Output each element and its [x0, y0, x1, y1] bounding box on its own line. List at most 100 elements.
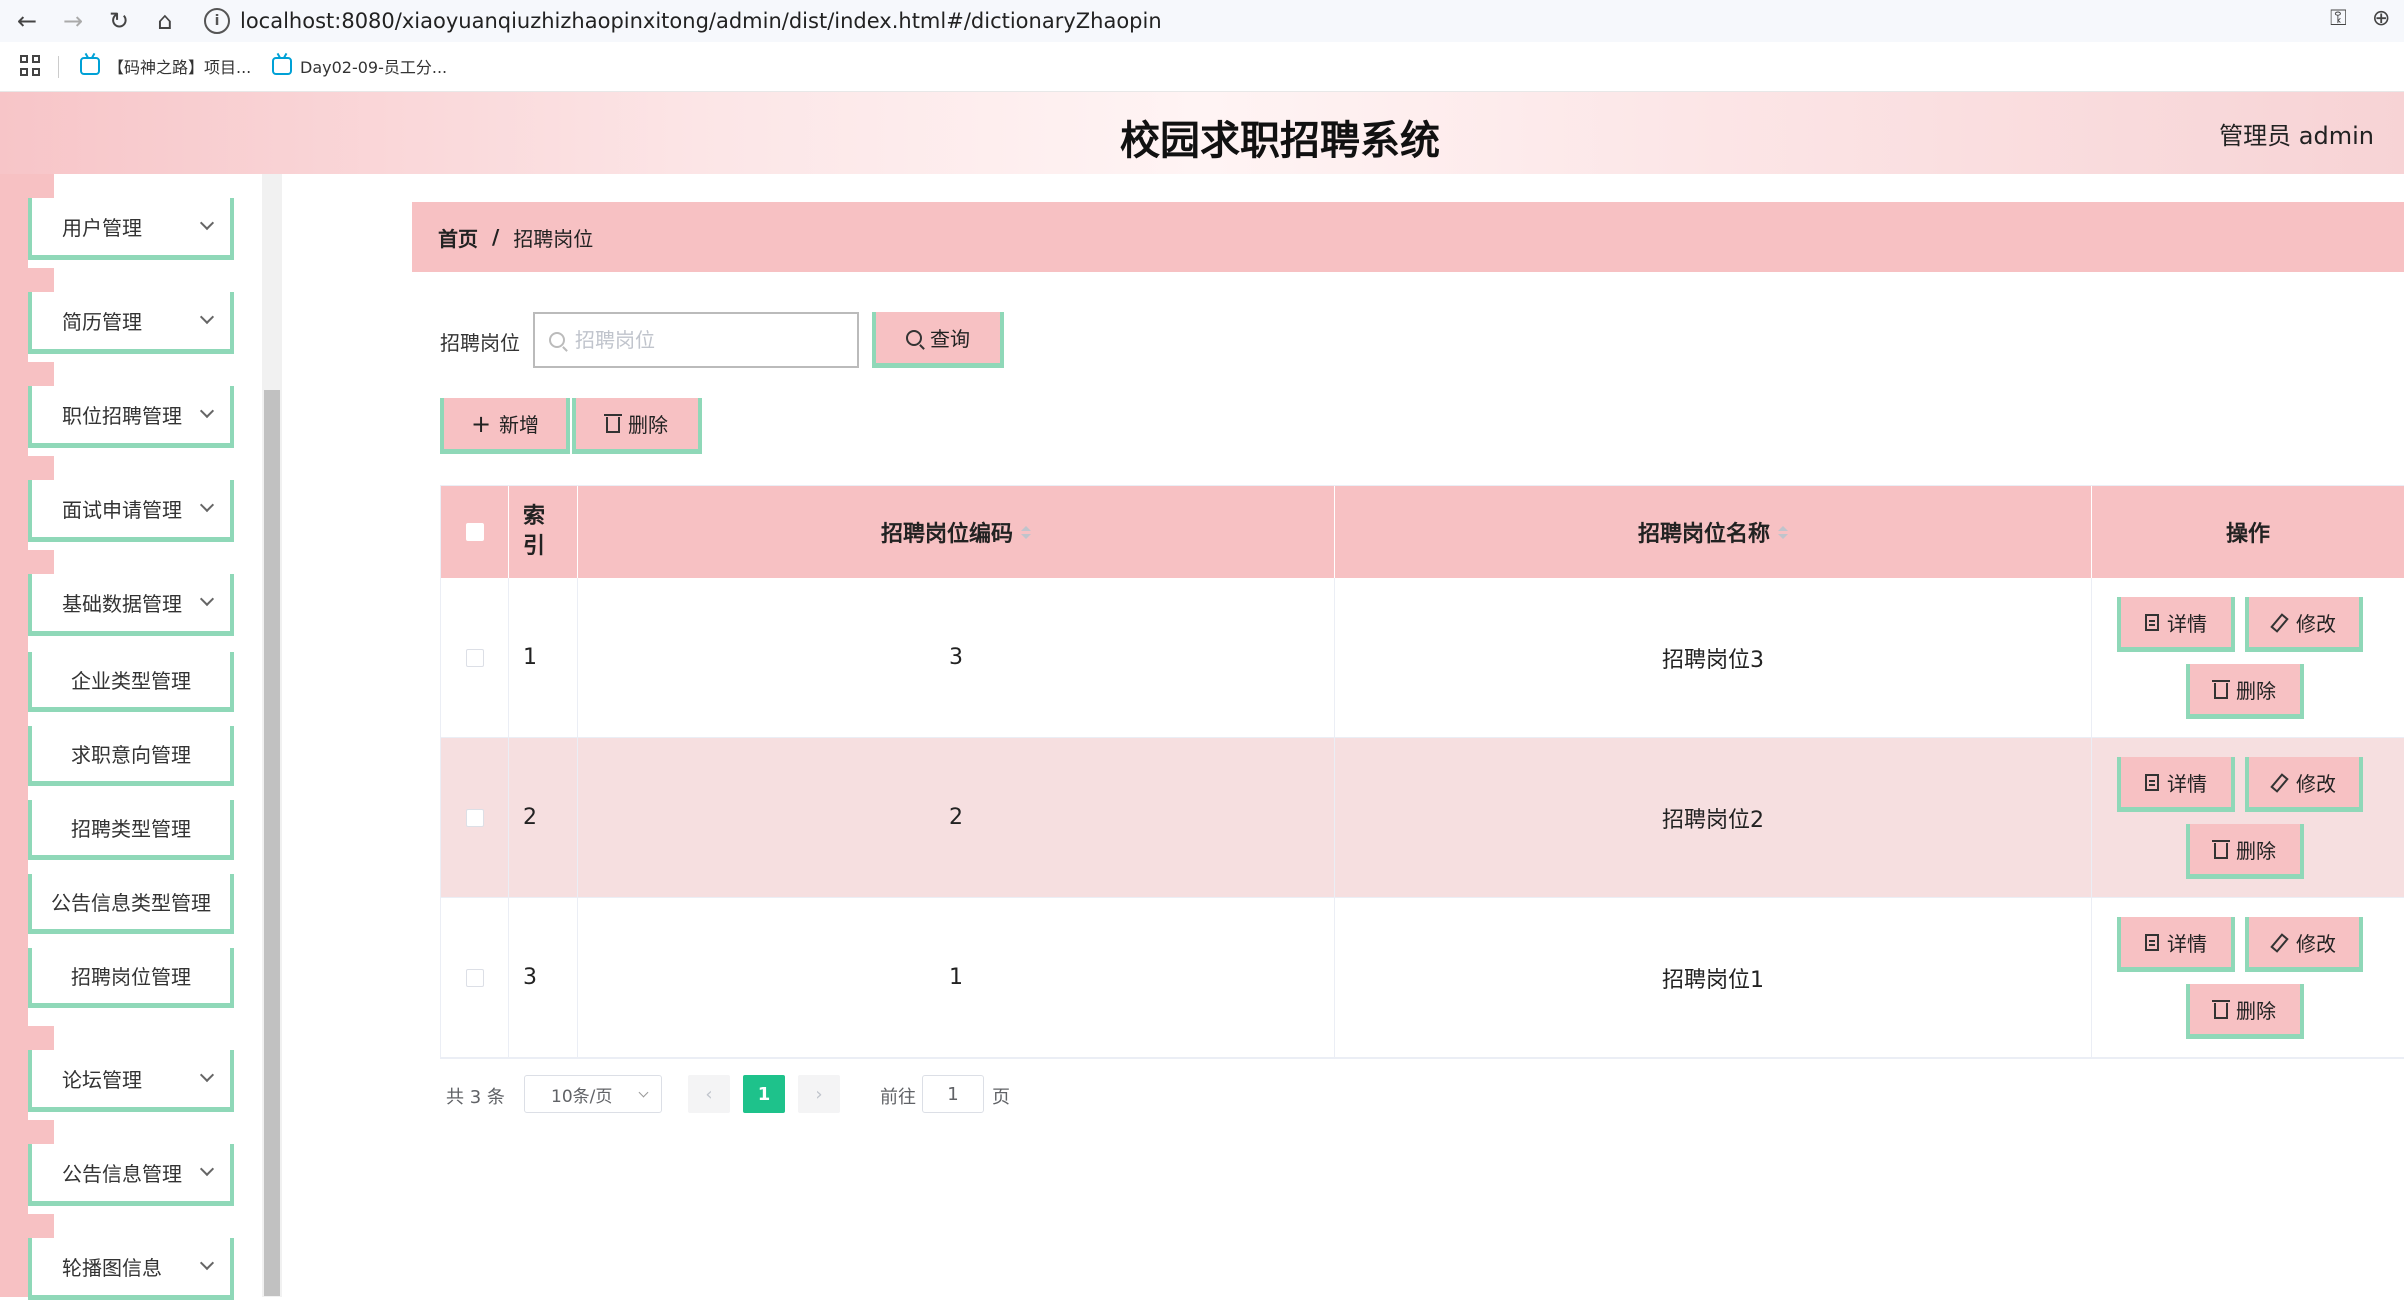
- search-input[interactable]: [573, 322, 843, 358]
- detail-button[interactable]: 详情: [2117, 597, 2235, 652]
- page-size-value: 10条/页: [551, 1086, 613, 1107]
- row-delete-label: 删除: [2236, 678, 2276, 703]
- chevron-down-icon: [199, 497, 215, 513]
- row-select-cell: [441, 578, 509, 737]
- edit-button[interactable]: 修改: [2245, 757, 2363, 812]
- row-checkbox[interactable]: [465, 968, 484, 987]
- header-name[interactable]: 招聘岗位名称: [1335, 486, 2092, 578]
- apps-icon[interactable]: [20, 55, 42, 77]
- row-checkbox[interactable]: [465, 648, 484, 667]
- edit-icon: [2272, 614, 2288, 630]
- user-info[interactable]: 管理员 admin: [2219, 116, 2374, 151]
- header-ops-label: 操作: [2225, 522, 2270, 547]
- row-delete-button[interactable]: 删除: [2186, 824, 2304, 879]
- trash-icon: [2212, 839, 2230, 859]
- key-icon[interactable]: ⚿: [2330, 6, 2347, 31]
- page-suffix: 页: [992, 1087, 1010, 1108]
- search-field[interactable]: [533, 312, 859, 368]
- row-delete-button[interactable]: 删除: [2186, 984, 2304, 1039]
- sidebar-item-resume[interactable]: 简历管理: [28, 292, 234, 354]
- select-all-checkbox[interactable]: [465, 523, 484, 541]
- prev-page-button[interactable]: ‹: [688, 1075, 730, 1113]
- row-ops: 详情 修改 删除: [2092, 738, 2404, 897]
- edit-button[interactable]: 修改: [2245, 597, 2363, 652]
- sidebar-item-label: 职位招聘管理: [62, 404, 182, 428]
- sidebar-accent-strip: [0, 174, 28, 1297]
- edit-button[interactable]: 修改: [2245, 917, 2363, 972]
- detail-label: 详情: [2167, 931, 2207, 956]
- back-icon[interactable]: ←: [10, 4, 44, 38]
- sort-icon[interactable]: [1778, 525, 1788, 539]
- bookmark-item[interactable]: Day02-09-员工分...: [272, 54, 447, 78]
- add-button[interactable]: + 新增: [440, 398, 570, 454]
- menu-accent: [28, 362, 54, 386]
- sidebar-subitem-notice-type[interactable]: 公告信息类型管理: [28, 874, 234, 934]
- row-name: 招聘岗位3: [1335, 578, 2092, 737]
- header-code[interactable]: 招聘岗位编码: [578, 486, 1335, 578]
- chevron-down-icon: [199, 309, 215, 325]
- search-icon: [549, 332, 565, 348]
- table-row: 1 3 招聘岗位3 详情 修改 删除: [441, 578, 2404, 738]
- sidebar-item-notice[interactable]: 公告信息管理: [28, 1144, 234, 1206]
- sidebar-item-label: 论坛管理: [62, 1068, 142, 1092]
- sidebar: 用户管理 简历管理 职位招聘管理 面试申请管理 基础数据管理 企业类型管理 求职…: [0, 174, 262, 1300]
- row-checkbox[interactable]: [465, 808, 484, 827]
- sidebar-item-job[interactable]: 职位招聘管理: [28, 386, 234, 448]
- sidebar-item-label: 企业类型管理: [71, 669, 191, 693]
- bilibili-icon: [272, 57, 292, 75]
- page-number-current[interactable]: 1: [743, 1075, 785, 1113]
- document-icon: [2145, 933, 2159, 951]
- trash-icon: [2212, 999, 2230, 1019]
- menu-accent: [28, 456, 54, 480]
- page-size-select[interactable]: 10条/页: [524, 1075, 662, 1113]
- batch-delete-button[interactable]: 删除: [572, 398, 702, 454]
- address-bar[interactable]: localhost:8080/xiaoyuanqiuzhizhaopinxito…: [240, 6, 1162, 36]
- row-delete-button[interactable]: 删除: [2186, 664, 2304, 719]
- sidebar-subitem-job-intent[interactable]: 求职意向管理: [28, 726, 234, 786]
- menu-accent: [28, 268, 54, 292]
- menu-accent: [28, 550, 54, 574]
- sidebar-item-user[interactable]: 用户管理: [28, 198, 234, 260]
- batch-delete-label: 删除: [628, 413, 668, 437]
- header-select-cell: [441, 486, 509, 578]
- detail-label: 详情: [2167, 611, 2207, 636]
- menu-accent: [28, 1120, 54, 1144]
- goto-page-input[interactable]: [922, 1075, 984, 1113]
- sort-icon[interactable]: [1021, 525, 1031, 539]
- menu-accent: [28, 1214, 54, 1238]
- edit-label: 修改: [2296, 771, 2336, 796]
- row-code: 1: [578, 898, 1335, 1057]
- detail-button[interactable]: 详情: [2117, 757, 2235, 812]
- detail-button[interactable]: 详情: [2117, 917, 2235, 972]
- query-button[interactable]: 查询: [872, 312, 1004, 368]
- bookmark-label: Day02-09-员工分...: [300, 58, 448, 77]
- header-name-label: 招聘岗位名称: [1637, 522, 1770, 547]
- chevron-down-icon: [199, 1255, 215, 1271]
- sidebar-item-carousel[interactable]: 轮播图信息: [28, 1238, 234, 1300]
- forward-icon[interactable]: →: [56, 4, 90, 38]
- header-index-label: 索引: [523, 504, 546, 559]
- sidebar-subitem-company-type[interactable]: 企业类型管理: [28, 652, 234, 712]
- app-title: 校园求职招聘系统: [1120, 118, 1440, 164]
- site-info-icon[interactable]: i: [204, 8, 230, 34]
- add-button-label: 新增: [499, 413, 540, 437]
- sidebar-item-interview[interactable]: 面试申请管理: [28, 480, 234, 542]
- sidebar-item-label: 面试申请管理: [62, 498, 182, 522]
- pagination-total: 共 3 条: [446, 1087, 505, 1108]
- bilibili-icon: [80, 57, 100, 75]
- menu-accent: [28, 1026, 54, 1050]
- chevron-down-icon: [199, 215, 215, 231]
- breadcrumb-home[interactable]: 首页: [438, 223, 478, 252]
- sidebar-subitem-recruit-position[interactable]: 招聘岗位管理: [28, 948, 234, 1008]
- sidebar-subitem-recruit-type[interactable]: 招聘类型管理: [28, 800, 234, 860]
- home-icon[interactable]: ⌂: [148, 4, 182, 38]
- sidebar-item-label: 简历管理: [62, 310, 142, 334]
- zoom-icon[interactable]: ⊕: [2372, 6, 2390, 31]
- bookmark-item[interactable]: 【码神之路】项目...: [80, 54, 251, 78]
- next-page-button[interactable]: ›: [798, 1075, 840, 1113]
- sidebar-item-basic-data[interactable]: 基础数据管理: [28, 574, 234, 636]
- sidebar-scrollbar-thumb[interactable]: [264, 390, 280, 1296]
- sidebar-item-forum[interactable]: 论坛管理: [28, 1050, 234, 1112]
- reload-icon[interactable]: ↻: [102, 4, 136, 38]
- row-ops: 详情 修改 删除: [2092, 578, 2404, 737]
